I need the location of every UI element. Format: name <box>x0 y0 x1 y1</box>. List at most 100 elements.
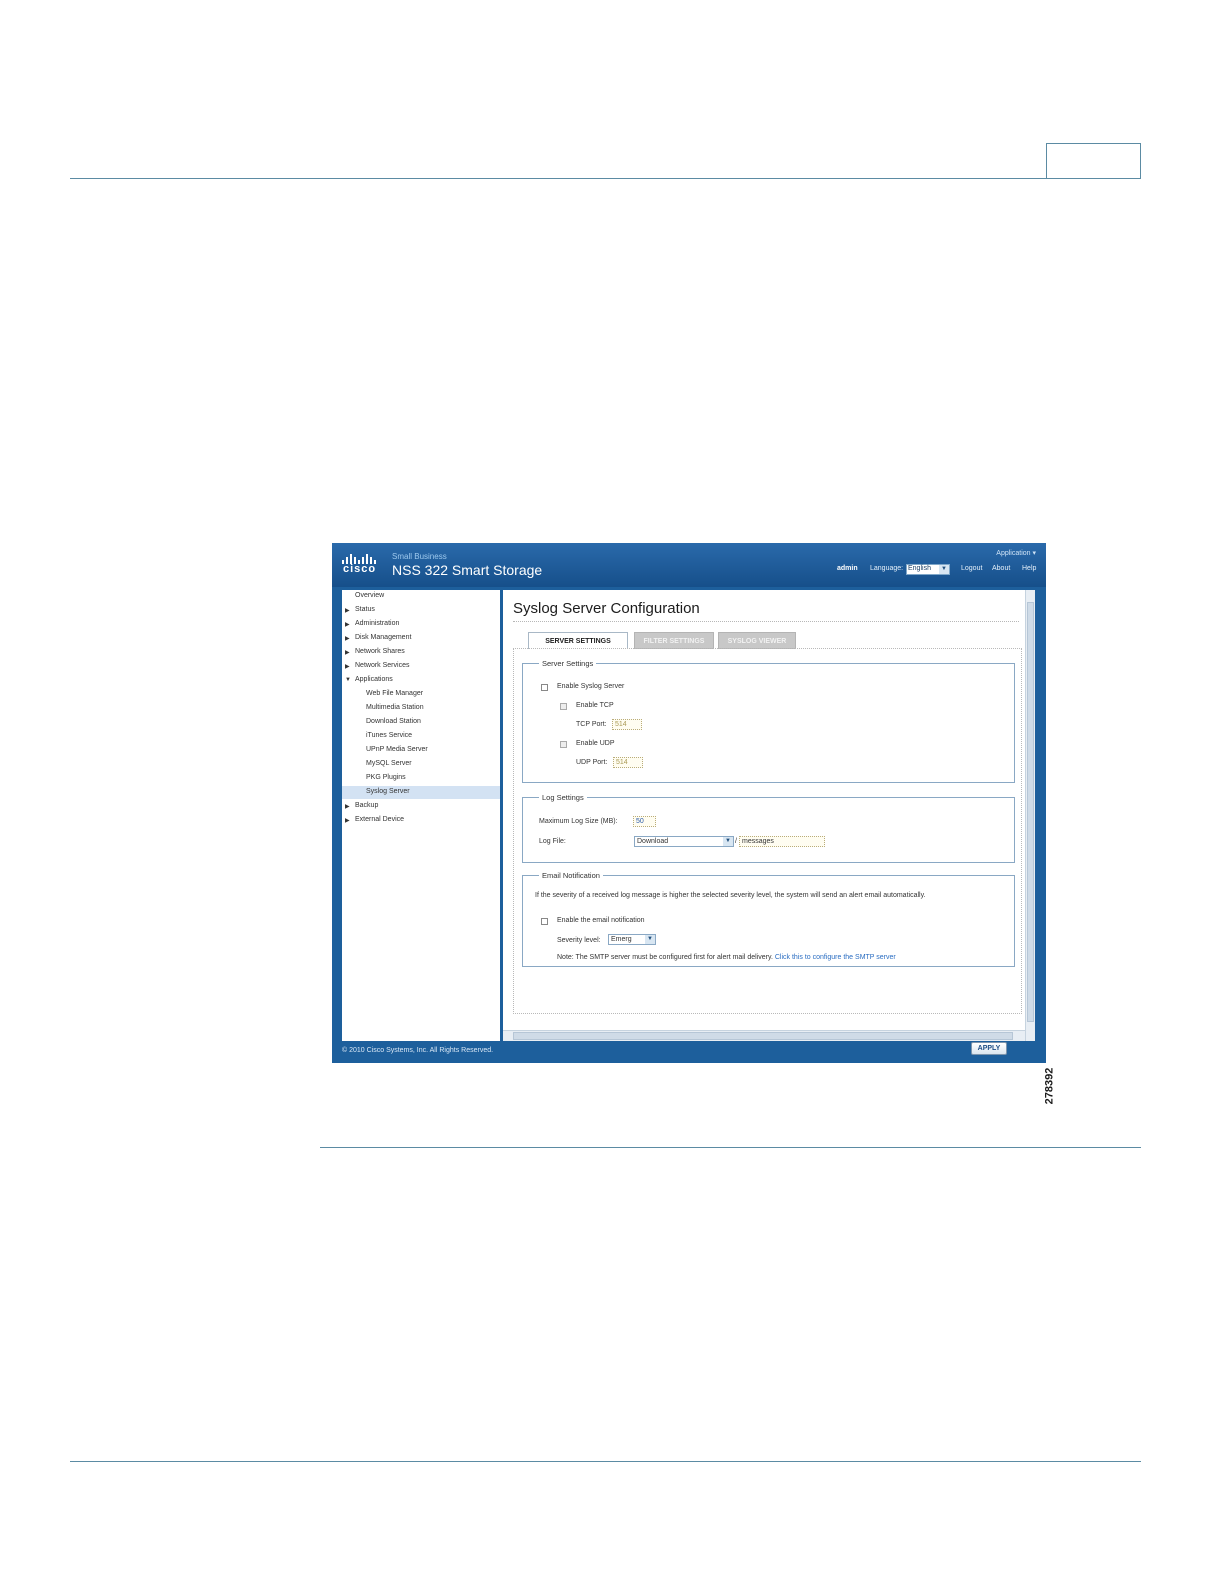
smtp-note-text: Note: The SMTP server must be configured… <box>557 954 773 961</box>
tab-filter-settings[interactable]: FILTER SETTINGS <box>634 632 714 649</box>
enable-syslog-checkbox[interactable] <box>541 684 548 691</box>
scrollbar-thumb[interactable] <box>1027 602 1034 1022</box>
expand-arrow-icon: ▶ <box>345 650 350 656</box>
max-log-size-input[interactable]: 50 <box>633 816 656 827</box>
expand-arrow-icon: ▶ <box>345 608 350 614</box>
tcp-port-label: TCP Port: <box>576 721 607 728</box>
language-select[interactable]: English ▼ <box>906 564 950 575</box>
udp-port-label: UDP Port: <box>576 759 608 766</box>
product-name: NSS 322 Smart Storage <box>392 562 543 578</box>
expand-arrow-icon: ▶ <box>345 636 350 642</box>
smtp-config-link[interactable]: Click this to configure the SMTP server <box>775 954 896 961</box>
sidebar-item-label: MySQL Server <box>366 760 412 767</box>
sidebar-item-label: Network Services <box>355 662 410 669</box>
log-settings-group: Log Settings <box>522 793 1015 863</box>
max-log-size-label: Maximum Log Size (MB): <box>539 818 618 825</box>
email-description: If the severity of a received log messag… <box>535 892 926 899</box>
sidebar-item-label: Multimedia Station <box>366 704 424 711</box>
log-settings-legend: Log Settings <box>542 793 584 802</box>
sidebar-item-label: UPnP Media Server <box>366 746 428 753</box>
sidebar-item-label: Network Shares <box>355 648 405 655</box>
sidebar-item-download-station[interactable]: Download Station <box>342 717 500 729</box>
sidebar-item-status[interactable]: ▶ Status <box>342 605 500 617</box>
horizontal-scrollbar[interactable] <box>503 1030 1025 1041</box>
about-link[interactable]: About <box>992 565 1010 572</box>
apply-button[interactable]: APPLY <box>971 1042 1007 1055</box>
sidebar-item-network-services[interactable]: ▶ Network Services <box>342 661 500 673</box>
severity-value: Emerg <box>611 936 632 943</box>
sidebar-item-label: Syslog Server <box>366 788 410 795</box>
title-divider <box>513 621 1019 622</box>
expand-arrow-icon: ▶ <box>345 818 350 824</box>
page-title: Syslog Server Configuration <box>513 600 700 617</box>
scrollbar-thumb[interactable] <box>513 1032 1013 1040</box>
log-file-name-input[interactable]: messages <box>739 836 825 847</box>
enable-udp-checkbox[interactable] <box>560 741 567 748</box>
language-label: Language: <box>870 565 904 572</box>
cisco-logo-text: cisco <box>343 563 377 575</box>
sidebar-item-label: Download Station <box>366 718 421 725</box>
sidebar-item-label: Applications <box>355 676 393 683</box>
udp-port-input[interactable]: 514 <box>613 757 643 768</box>
figure-number-text: 278392 <box>1043 1067 1056 1105</box>
sidebar-item-overview[interactable]: Overview <box>342 591 500 603</box>
sidebar-item-label: PKG Plugins <box>366 774 406 781</box>
sidebar-item-label: Administration <box>355 620 400 627</box>
enable-tcp-label: Enable TCP <box>576 702 614 709</box>
sidebar-item-external-device[interactable]: ▶ External Device <box>342 815 500 827</box>
expand-arrow-icon: ▶ <box>345 622 350 628</box>
main-content: Syslog Server Configuration SERVER SETTI… <box>503 590 1025 1055</box>
help-link[interactable]: Help <box>1022 565 1036 572</box>
sidebar-item-disk-management[interactable]: ▶ Disk Management <box>342 633 500 645</box>
sidebar-item-mysql-server[interactable]: MySQL Server <box>342 759 500 771</box>
sidebar-item-label: Status <box>355 606 375 613</box>
collapse-arrow-icon: ▼ <box>345 677 351 683</box>
sidebar-item-web-file-manager[interactable]: Web File Manager <box>342 689 500 701</box>
sidebar-item-itunes-service[interactable]: iTunes Service <box>342 731 500 743</box>
sidebar-item-label: Overview <box>355 592 385 599</box>
server-settings-legend: Server Settings <box>542 659 594 668</box>
email-notification-legend: Email Notification <box>542 871 600 880</box>
sidebar-item-backup[interactable]: ▶ Backup <box>342 801 500 813</box>
user-name: admin <box>837 565 858 572</box>
sidebar-item-label: Backup <box>355 802 379 809</box>
enable-udp-label: Enable UDP <box>576 740 615 747</box>
sidebar-item-label: Web File Manager <box>366 690 424 697</box>
sidebar-item-multimedia-station[interactable]: Multimedia Station <box>342 703 500 715</box>
enable-syslog-label: Enable Syslog Server <box>557 683 625 690</box>
tab-server-settings[interactable]: SERVER SETTINGS <box>528 632 628 649</box>
sidebar-item-pkg-plugins[interactable]: PKG Plugins <box>342 773 500 785</box>
log-file-value: Download <box>637 838 669 845</box>
sidebar-item-label: Disk Management <box>355 634 412 641</box>
chevron-down-icon: ▼ <box>723 837 733 846</box>
tab-syslog-viewer[interactable]: SYSLOG VIEWER <box>718 632 796 649</box>
chevron-down-icon: ▼ <box>645 935 655 944</box>
application-menu[interactable]: Application ▾ <box>996 549 1036 557</box>
smtp-note: Note: The SMTP server must be configured… <box>557 954 896 961</box>
section-rule <box>320 1147 1141 1148</box>
header-rule <box>70 178 1141 179</box>
expand-arrow-icon: ▶ <box>345 804 350 810</box>
copyright-footer: © 2010 Cisco Systems, Inc. All Rights Re… <box>342 1047 494 1054</box>
sidebar-item-label: iTunes Service <box>366 732 413 739</box>
log-file-label: Log File: <box>539 838 566 845</box>
vertical-scrollbar[interactable] <box>1025 590 1035 1041</box>
sidebar-item-syslog-server[interactable]: Syslog Server <box>342 786 500 799</box>
nss-syslog-screenshot: cisco Small Business NSS 322 Smart Stora… <box>332 543 1046 1063</box>
logout-link[interactable]: Logout <box>961 565 982 572</box>
log-file-select[interactable]: Download ▼ <box>634 836 734 847</box>
tcp-port-input[interactable]: 514 <box>612 719 642 730</box>
sidebar-nav: Overview ▶ Status ▶ Administration ▶ Disk M… <box>342 590 500 1041</box>
small-business-label: Small Business <box>392 552 447 561</box>
enable-tcp-checkbox[interactable] <box>560 703 567 710</box>
figure-number: 278392 <box>1043 1065 1066 1115</box>
sidebar-item-upnp-media-server[interactable]: UPnP Media Server <box>342 745 500 757</box>
enable-email-checkbox[interactable] <box>541 918 548 925</box>
sidebar-item-network-shares[interactable]: ▶ Network Shares <box>342 647 500 659</box>
app-header: cisco Small Business NSS 322 Smart Stora… <box>332 543 1046 587</box>
chevron-down-icon: ▼ <box>939 565 949 574</box>
severity-select[interactable]: Emerg ▼ <box>608 934 656 945</box>
sidebar-item-applications[interactable]: ▼ Applications <box>342 675 500 687</box>
tab-panel: Server Settings Enable Syslog Server Ena… <box>513 648 1022 1055</box>
sidebar-item-administration[interactable]: ▶ Administration <box>342 619 500 631</box>
